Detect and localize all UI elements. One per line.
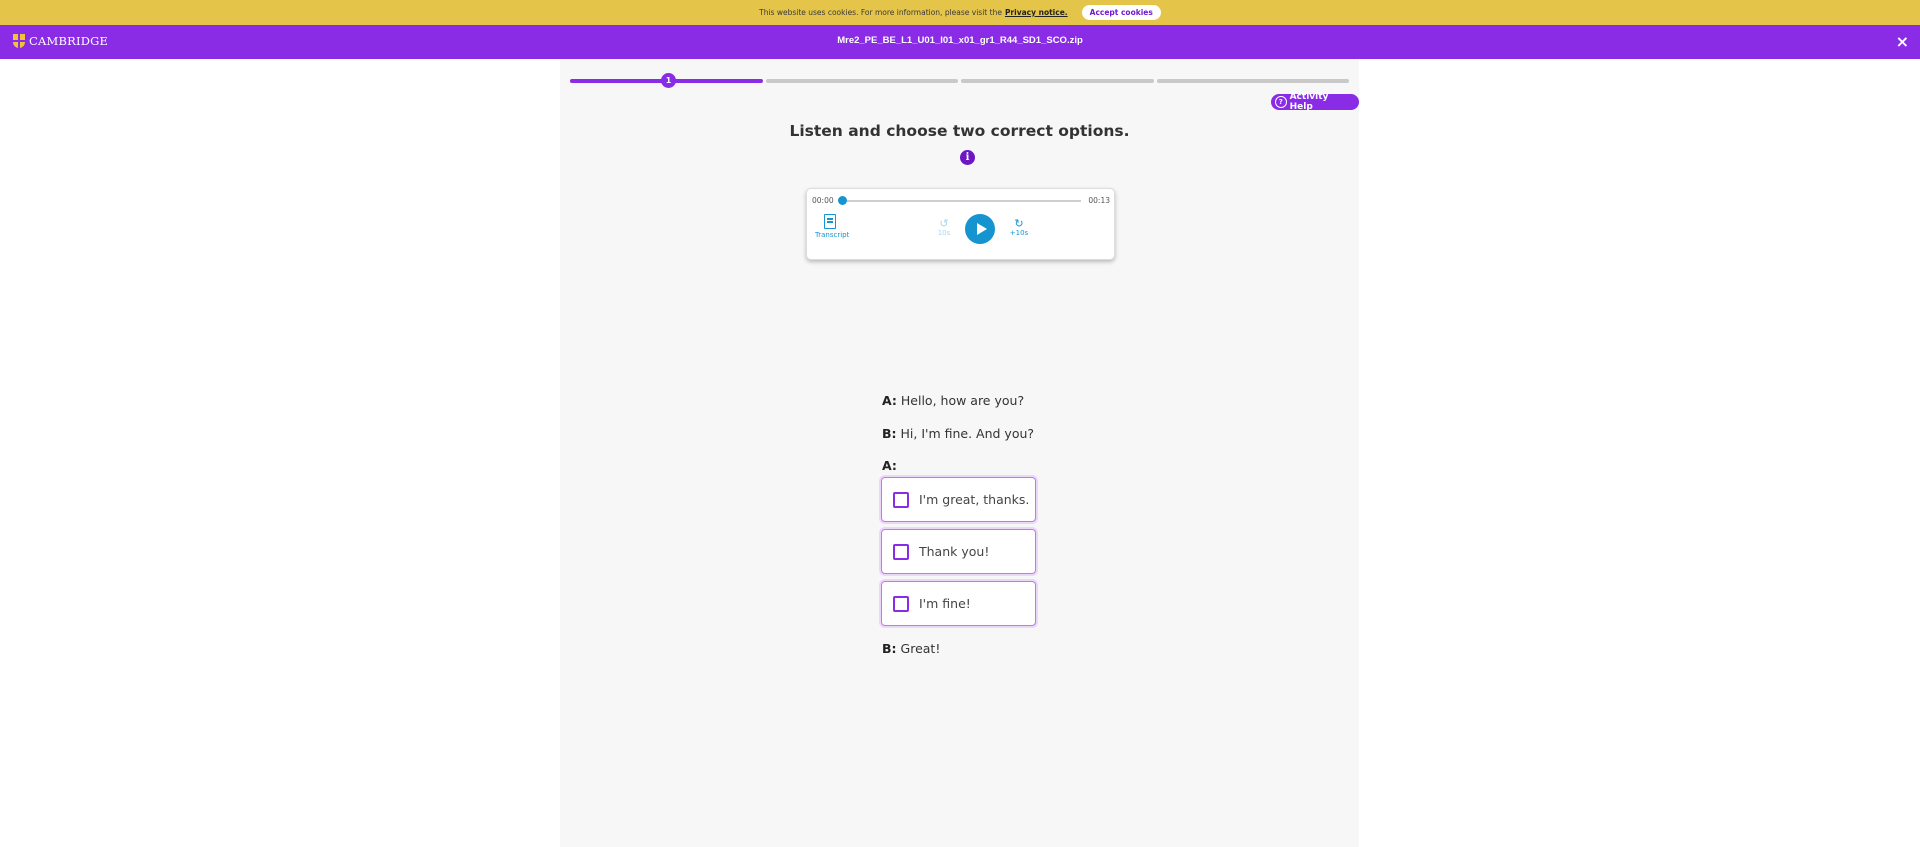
option-label: I'm great, thanks. bbox=[919, 492, 1030, 507]
checkbox-icon bbox=[893, 543, 909, 560]
time-start: 00:00 bbox=[812, 196, 834, 205]
activity-help-button[interactable]: ? Activity Help bbox=[1271, 92, 1359, 112]
forward-icon: ↻ bbox=[1014, 217, 1024, 230]
privacy-notice-link[interactable]: Privacy notice. bbox=[1005, 8, 1068, 17]
option-label: I'm fine! bbox=[919, 596, 971, 611]
option-checkbox-3[interactable]: I'm fine! bbox=[881, 581, 1036, 626]
cookie-banner: This website uses cookies. For more info… bbox=[0, 0, 1920, 25]
checkbox-icon bbox=[893, 595, 909, 612]
audio-player: 00:00 00:13 Transcript ↺ 10s ↻ +10s bbox=[806, 188, 1115, 260]
dialogue-text: Hi, I'm fine. And you? bbox=[900, 426, 1035, 441]
speaker-label: A: bbox=[882, 458, 897, 473]
step-indicator: 1 bbox=[661, 73, 676, 88]
speaker-label: A: bbox=[882, 393, 897, 408]
play-button[interactable] bbox=[965, 214, 995, 244]
audio-progress-track[interactable] bbox=[838, 196, 1081, 205]
checkbox-icon bbox=[893, 491, 909, 508]
progress-bar: 1 bbox=[570, 73, 1349, 88]
time-end: 00:13 bbox=[1088, 196, 1110, 205]
audio-progress-knob[interactable] bbox=[838, 196, 847, 205]
help-icon: ? bbox=[1275, 96, 1287, 108]
transcript-button[interactable]: Transcript bbox=[815, 214, 849, 239]
dialogue-line-3: A: bbox=[882, 458, 897, 473]
cookie-message: This website uses cookies. For more info… bbox=[759, 8, 1002, 17]
rewind-label: 10s bbox=[937, 229, 951, 237]
info-icon[interactable]: i bbox=[960, 150, 975, 165]
progress-segment bbox=[961, 79, 1154, 83]
transcript-label: Transcript bbox=[815, 231, 850, 239]
transcript-icon bbox=[824, 214, 836, 229]
rewind-icon: ↺ bbox=[939, 217, 949, 230]
option-checkbox-1[interactable]: I'm great, thanks. bbox=[881, 477, 1036, 522]
forward-10s-button[interactable]: ↻ +10s bbox=[1009, 217, 1029, 237]
speaker-label: B: bbox=[882, 426, 897, 441]
close-icon[interactable]: × bbox=[1896, 32, 1909, 51]
dialogue-line-4: B: Great! bbox=[882, 641, 940, 656]
progress-segment: 1 bbox=[570, 73, 763, 88]
accept-cookies-button[interactable]: Accept cookies bbox=[1081, 5, 1161, 20]
activity-help-label: Activity Help bbox=[1289, 92, 1329, 112]
dialogue-line-1: A: Hello, how are you? bbox=[882, 393, 1024, 408]
option-label: Thank you! bbox=[919, 544, 990, 559]
progress-segment bbox=[1156, 79, 1349, 83]
dialogue-line-2: B: Hi, I'm fine. And you? bbox=[882, 426, 1034, 441]
dialogue-text: Great! bbox=[900, 641, 941, 656]
dialogue-text: Hello, how are you? bbox=[900, 393, 1025, 408]
speaker-label: B: bbox=[882, 641, 897, 656]
option-checkbox-2[interactable]: Thank you! bbox=[881, 529, 1036, 574]
instruction-title: Listen and choose two correct options. bbox=[789, 122, 1130, 140]
top-header: CAMBRIDGE Mre2_PE_BE_L1_U01_I01_x01_gr1_… bbox=[0, 25, 1920, 59]
forward-label: +10s bbox=[1009, 229, 1029, 237]
activity-panel: 1 ? Activity Help Listen and choose two … bbox=[560, 59, 1359, 847]
progress-segment bbox=[765, 79, 958, 83]
file-title: Mre2_PE_BE_L1_U01_I01_x01_gr1_R44_SD1_SC… bbox=[837, 35, 1083, 46]
rewind-10s-button[interactable]: ↺ 10s bbox=[934, 217, 954, 237]
